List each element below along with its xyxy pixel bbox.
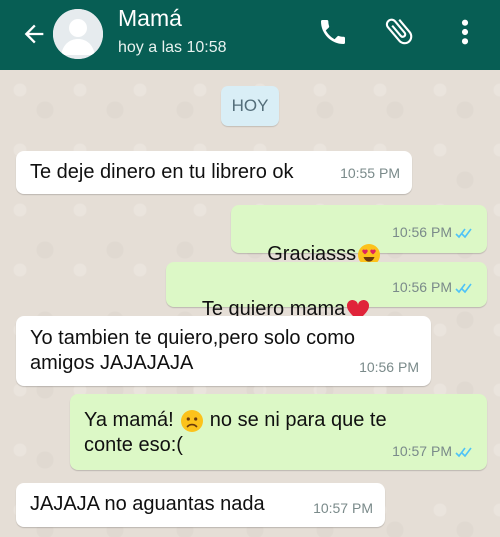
message-text: JAJAJA no aguantas nada bbox=[30, 493, 265, 515]
avatar[interactable] bbox=[53, 9, 103, 59]
message-text: conte eso:( bbox=[84, 434, 183, 456]
last-seen-status: hoy a las 10:58 bbox=[118, 39, 227, 56]
frowning-face-emoji-icon bbox=[181, 409, 204, 432]
message-bubble-incoming[interactable]: Te deje dinero en tu librero ok 10:55 PM bbox=[16, 151, 412, 194]
contact-name[interactable]: Mamá bbox=[118, 5, 182, 32]
phone-icon[interactable] bbox=[317, 16, 349, 48]
message-text: no se ni para que te bbox=[209, 409, 387, 431]
message-bubble-outgoing[interactable]: Graciasss 10:56 PM bbox=[231, 205, 487, 266]
message-text-line: Yo tambien te quiero,pero solo como bbox=[30, 327, 356, 349]
chat-header: Mamá hoy a las 10:58 bbox=[0, 0, 500, 70]
message-time: 10:56 PM bbox=[359, 359, 419, 375]
message-time: 10:56 PM bbox=[392, 224, 452, 240]
message-time: 10:57 PM bbox=[392, 443, 452, 459]
message-bubble-incoming[interactable]: Yo tambien te quiero,pero solo como amig… bbox=[16, 316, 431, 386]
message-bubble-outgoing[interactable]: Ya mamá! no se ni para que te conte eso:… bbox=[70, 394, 487, 470]
message-time: 10:57 PM bbox=[313, 500, 373, 516]
message-time: 10:56 PM bbox=[392, 279, 452, 295]
double-check-read-icon bbox=[455, 228, 472, 238]
back-arrow-icon[interactable] bbox=[20, 20, 48, 48]
default-avatar-icon bbox=[53, 9, 103, 59]
more-vertical-icon[interactable] bbox=[455, 16, 475, 48]
message-text-line: amigos JAJAJAJA bbox=[30, 352, 194, 374]
date-chip: HOY bbox=[221, 86, 279, 126]
message-bubble-outgoing[interactable]: Te quiero mama 10:56 PM bbox=[166, 262, 487, 320]
message-text: Te deje dinero en tu librero ok bbox=[30, 161, 294, 183]
message-text: Ya mamá! bbox=[84, 409, 174, 431]
message-bubble-incoming[interactable]: JAJAJA no aguantas nada 10:57 PM bbox=[16, 483, 385, 527]
paperclip-icon[interactable] bbox=[382, 14, 416, 48]
message-time: 10:55 PM bbox=[340, 165, 400, 181]
double-check-read-icon bbox=[455, 447, 472, 457]
double-check-read-icon bbox=[455, 283, 472, 293]
